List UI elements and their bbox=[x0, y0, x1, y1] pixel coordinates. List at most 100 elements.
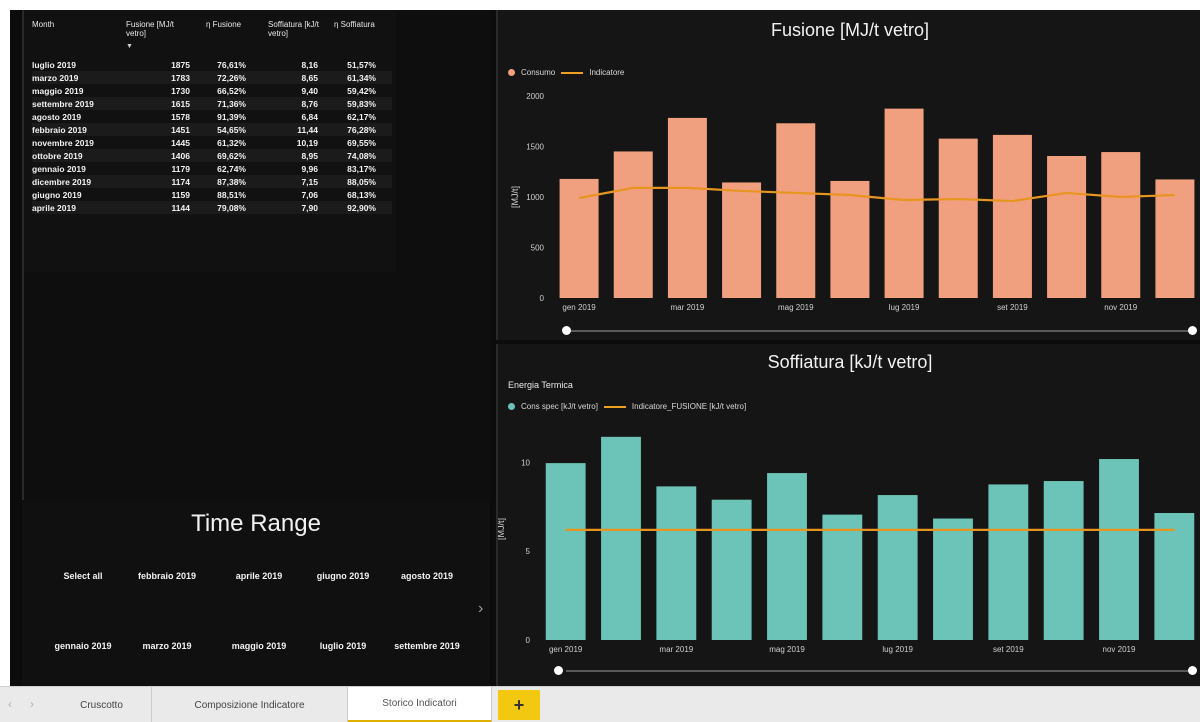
col-header-fusione[interactable]: Fusione [MJ/t vetro] bbox=[126, 20, 176, 38]
chevron-left-icon[interactable]: ‹ bbox=[8, 697, 12, 711]
col-header-eta-fusione[interactable]: η Fusione bbox=[206, 20, 248, 29]
bar-6 bbox=[830, 180, 870, 298]
tab-cruscotto[interactable]: Cruscotto bbox=[52, 687, 152, 722]
slicer-option-luglio-2019[interactable]: luglio 2019 bbox=[304, 628, 382, 664]
cell-soffiatura: 9,40 bbox=[301, 86, 318, 96]
table-row[interactable]: aprile 2019 1144 79,08% 7,90 92,90% bbox=[32, 201, 392, 214]
bar-1 bbox=[545, 463, 586, 640]
slicer-option-marzo-2019[interactable]: marzo 2019 bbox=[128, 628, 206, 664]
table-row[interactable]: febbraio 2019 1451 54,65% 11,44 76,28% bbox=[32, 123, 392, 136]
cell-eta-fusione: 88,51% bbox=[217, 190, 246, 200]
sort-down-icon: ▼ bbox=[126, 43, 133, 50]
cell-eta-fusione: 72,26% bbox=[217, 73, 246, 83]
table-row[interactable]: marzo 2019 1783 72,26% 8,65 61,34% bbox=[32, 71, 392, 84]
y-tick-label: 2000 bbox=[526, 92, 544, 101]
chevron-right-icon[interactable]: › bbox=[478, 600, 483, 618]
cell-eta-soffiatura: 51,57% bbox=[347, 60, 376, 70]
fusione-chart-plot[interactable]: 0 500 1000 1500 2000 [MJ/t] gen 2019 mar 2019 ma… bbox=[498, 10, 1200, 340]
cell-fusione: 1174 bbox=[171, 177, 190, 187]
col-header-soffiatura[interactable]: Soffiatura [kJ/t vetro] bbox=[268, 20, 326, 38]
add-page-button[interactable]: + bbox=[498, 690, 540, 720]
cell-soffiatura: 6,84 bbox=[301, 112, 318, 122]
bar-11 bbox=[1101, 152, 1141, 298]
cell-month: giugno 2019 bbox=[32, 190, 82, 200]
cell-eta-fusione: 69,62% bbox=[217, 151, 246, 161]
bar-7 bbox=[877, 495, 918, 640]
table-row[interactable]: maggio 2019 1730 66,52% 9,40 59,42% bbox=[32, 84, 392, 97]
slicer-option-giugno-2019[interactable]: giugno 2019 bbox=[304, 558, 382, 594]
col-header-month[interactable]: Month bbox=[32, 20, 54, 29]
y-tick-label: 1500 bbox=[526, 143, 544, 152]
x-tick-label: set 2019 bbox=[997, 303, 1028, 312]
slicer-option-agosto-2019[interactable]: agosto 2019 bbox=[388, 558, 466, 594]
bar-12 bbox=[1155, 179, 1195, 298]
cell-fusione: 1159 bbox=[171, 190, 190, 200]
cell-fusione: 1451 bbox=[171, 125, 190, 135]
cell-eta-fusione: 76,61% bbox=[217, 60, 246, 70]
slicer-option-febbraio-2019[interactable]: febbraio 2019 bbox=[128, 558, 206, 594]
slicer-option-aprile-2019[interactable]: aprile 2019 bbox=[220, 558, 298, 594]
cell-eta-soffiatura: 76,28% bbox=[347, 125, 376, 135]
fusione-chart-visual[interactable]: Fusione [MJ/t vetro] Consumo Indicatore … bbox=[496, 10, 1200, 340]
scrollbar-handle-left[interactable] bbox=[554, 666, 563, 675]
slicer-option-settembre-2019[interactable]: settembre 2019 bbox=[388, 628, 466, 664]
window-top-strip bbox=[0, 0, 1200, 10]
table-row[interactable]: settembre 2019 1615 71,36% 8,76 59,83% bbox=[32, 97, 392, 110]
x-tick-label: lug 2019 bbox=[882, 645, 913, 654]
cell-eta-soffiatura: 88,05% bbox=[347, 177, 376, 187]
bar-12 bbox=[1154, 513, 1195, 640]
bar-4 bbox=[711, 499, 752, 640]
table-row[interactable]: ottobre 2019 1406 69,62% 8,95 74,08% bbox=[32, 149, 392, 162]
slicer-option-maggio-2019[interactable]: maggio 2019 bbox=[220, 628, 298, 664]
bar-3 bbox=[667, 117, 707, 299]
scrollbar-handle-right[interactable] bbox=[1188, 666, 1197, 675]
window-left-strip bbox=[0, 0, 10, 686]
table-row[interactable]: giugno 2019 1159 88,51% 7,06 68,13% bbox=[32, 188, 392, 201]
table-row[interactable]: novembre 2019 1445 61,32% 10,19 69,55% bbox=[32, 136, 392, 149]
bar-4 bbox=[722, 182, 762, 298]
cell-month: marzo 2019 bbox=[32, 73, 79, 83]
cell-eta-soffiatura: 68,13% bbox=[347, 190, 376, 200]
y-tick-label: 1000 bbox=[526, 193, 544, 202]
bar-5 bbox=[776, 123, 816, 299]
col-header-eta-soffiatura[interactable]: η Soffiatura bbox=[334, 20, 386, 29]
cell-soffiatura: 7,06 bbox=[301, 190, 318, 200]
scrollbar-handle-left[interactable] bbox=[562, 326, 571, 335]
chart-scrollbar[interactable] bbox=[554, 666, 1197, 675]
scrollbar-handle-right[interactable] bbox=[1188, 326, 1197, 335]
y-axis-label: [MJ/t] bbox=[510, 186, 520, 208]
cell-soffiatura: 9,96 bbox=[301, 164, 318, 174]
time-range-title: Time Range bbox=[191, 510, 321, 537]
bar-9 bbox=[992, 134, 1032, 298]
cell-fusione: 1578 bbox=[171, 112, 190, 122]
bar-10 bbox=[1047, 155, 1087, 298]
cell-eta-fusione: 54,65% bbox=[217, 125, 246, 135]
cell-fusione: 1406 bbox=[171, 151, 190, 161]
tab-storico-indicatori[interactable]: Storico Indicatori bbox=[348, 687, 492, 722]
cell-eta-soffiatura: 61,34% bbox=[347, 73, 376, 83]
soffiatura-chart-plot[interactable]: 0 5 10 [MJ/t] gen 2019 mar 2019 mag 2019 lug 20… bbox=[498, 344, 1200, 686]
bar-9 bbox=[988, 484, 1029, 640]
table-row[interactable]: dicembre 2019 1174 87,38% 7,15 88,05% bbox=[32, 175, 392, 188]
cell-eta-soffiatura: 83,17% bbox=[347, 164, 376, 174]
month-table-visual[interactable]: Month Fusione [MJ/t vetro] ▼ η Fusione S… bbox=[22, 10, 490, 500]
tab-composizione-indicatore[interactable]: Composizione Indicatore bbox=[152, 687, 348, 722]
x-tick-label: nov 2019 bbox=[1103, 645, 1136, 654]
cell-eta-fusione: 87,38% bbox=[217, 177, 246, 187]
cell-eta-fusione: 66,52% bbox=[217, 86, 246, 96]
cell-fusione: 1615 bbox=[171, 99, 190, 109]
cell-fusione: 1144 bbox=[171, 203, 190, 213]
x-tick-label: set 2019 bbox=[993, 645, 1024, 654]
month-table[interactable]: Month Fusione [MJ/t vetro] ▼ η Fusione S… bbox=[24, 10, 396, 272]
slicer-option-gennaio-2019[interactable]: gennaio 2019 bbox=[44, 628, 122, 664]
y-axis-label: [MJ/t] bbox=[498, 518, 506, 540]
cell-soffiatura: 10,19 bbox=[296, 138, 318, 148]
chart-scrollbar[interactable] bbox=[562, 326, 1197, 335]
table-row[interactable]: luglio 2019 1875 76,61% 8,16 51,57% bbox=[32, 58, 392, 71]
table-row[interactable]: agosto 2019 1578 91,39% 6,84 62,17% bbox=[32, 110, 392, 123]
table-row[interactable]: gennaio 2019 1179 62,74% 9,96 83,17% bbox=[32, 162, 392, 175]
chevron-right-icon[interactable]: › bbox=[30, 697, 34, 711]
soffiatura-chart-visual[interactable]: Soffiatura [kJ/t vetro] Energia Termica … bbox=[496, 344, 1200, 686]
cell-month: maggio 2019 bbox=[32, 86, 84, 96]
slicer-option-select-all[interactable]: Select all bbox=[44, 558, 122, 594]
